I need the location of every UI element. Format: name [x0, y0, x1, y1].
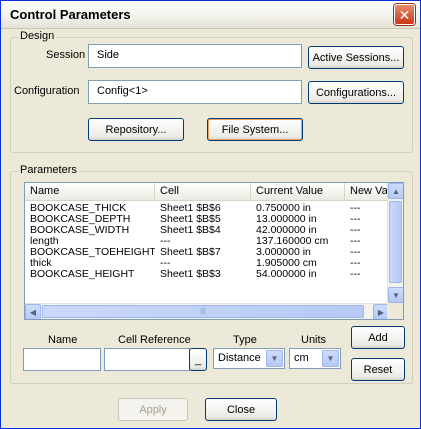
- configurations-button[interactable]: Configurations...: [308, 81, 404, 104]
- row-new-value: ---: [350, 214, 361, 225]
- grip-icon: |||: [200, 308, 206, 315]
- row-new-value: ---: [350, 247, 361, 258]
- row-new-value: ---: [350, 203, 361, 214]
- row-new-value: ---: [350, 225, 361, 236]
- close-button[interactable]: Close: [205, 398, 277, 421]
- type-dropdown[interactable]: Distance ▼: [213, 348, 285, 369]
- column-header-cell[interactable]: Cell: [155, 183, 251, 201]
- close-icon[interactable]: ✕: [394, 4, 415, 25]
- scroll-down-icon[interactable]: ▼: [388, 287, 403, 303]
- row-current-value: 3.000000 in: [256, 247, 311, 258]
- row-current-value: 42.000000 in: [256, 225, 317, 236]
- table-row[interactable]: BOOKCASE_HEIGHT Sheet1 $B$3 54.000000 in…: [25, 269, 389, 280]
- row-cell: Sheet1 $B$3: [160, 269, 221, 280]
- table-row[interactable]: BOOKCASE_DEPTH Sheet1 $B$5 13.000000 in …: [25, 214, 389, 225]
- name-column-label: Name: [48, 334, 78, 346]
- type-label: Type: [233, 334, 257, 346]
- row-current-value: 54.000000 in: [256, 269, 317, 280]
- cell-reference-label: Cell Reference: [118, 334, 191, 346]
- units-dropdown[interactable]: cm ▼: [289, 348, 341, 369]
- table-row[interactable]: length --- 137.160000 cm ---: [25, 236, 389, 247]
- row-name: thick: [30, 258, 52, 269]
- cell-reference-input[interactable]: [104, 348, 190, 371]
- title-bar[interactable]: Control Parameters ✕: [1, 1, 420, 29]
- row-current-value: 137.160000 cm: [256, 236, 329, 247]
- table-row[interactable]: BOOKCASE_TOEHEIGHT Sheet1 $B$7 3.000000 …: [25, 247, 389, 258]
- row-current-value: 0.750000 in: [256, 203, 311, 214]
- row-name: BOOKCASE_TOEHEIGHT: [30, 247, 155, 258]
- column-header-current-value[interactable]: Current Value: [251, 183, 345, 201]
- design-group-label: Design: [18, 30, 57, 42]
- scrollbar-corner: [387, 303, 403, 319]
- row-cell: Sheet1 $B$6: [160, 203, 221, 214]
- chevron-down-icon[interactable]: ▼: [322, 350, 339, 367]
- chevron-down-icon[interactable]: ▼: [266, 350, 283, 367]
- cell-reference-browse-button[interactable]: _: [189, 348, 207, 371]
- table-row[interactable]: BOOKCASE_WIDTH Sheet1 $B$4 42.000000 in …: [25, 225, 389, 236]
- vertical-scroll-thumb[interactable]: [389, 201, 402, 283]
- control-parameters-dialog: Control Parameters ✕ Design Session Side…: [0, 0, 421, 429]
- row-cell: Sheet1 $B$4: [160, 225, 221, 236]
- session-label: Session: [46, 49, 86, 61]
- file-system-button[interactable]: File System...: [207, 118, 303, 141]
- active-sessions-button[interactable]: Active Sessions...: [308, 46, 404, 69]
- parameters-list[interactable]: Name Cell Current Value New Va BOOKCASE_…: [24, 182, 404, 320]
- column-header-name[interactable]: Name: [25, 183, 155, 201]
- column-header-new-value[interactable]: New Va: [345, 183, 389, 201]
- row-current-value: 1.905000 cm: [256, 258, 317, 269]
- table-row[interactable]: thick --- 1.905000 cm ---: [25, 258, 389, 269]
- row-name: length: [30, 236, 59, 247]
- configuration-label: Configuration: [14, 85, 80, 97]
- row-cell: Sheet1 $B$7: [160, 247, 221, 258]
- horizontal-scroll-thumb[interactable]: |||: [42, 305, 364, 318]
- list-rows: BOOKCASE_THICK Sheet1 $B$6 0.750000 in -…: [25, 203, 389, 280]
- type-selected: Distance: [218, 352, 261, 364]
- row-new-value: ---: [350, 269, 361, 280]
- horizontal-scrollbar[interactable]: ◀ ||| ▶: [25, 303, 389, 319]
- name-input[interactable]: [23, 348, 101, 371]
- row-cell: Sheet1 $B$5: [160, 214, 221, 225]
- add-button[interactable]: Add: [351, 326, 405, 349]
- session-field[interactable]: Side: [88, 44, 302, 68]
- configuration-field[interactable]: Config<1>: [88, 80, 302, 104]
- table-row[interactable]: BOOKCASE_THICK Sheet1 $B$6 0.750000 in -…: [25, 203, 389, 214]
- row-name: BOOKCASE_THICK: [30, 203, 127, 214]
- repository-button[interactable]: Repository...: [88, 118, 184, 141]
- row-new-value: ---: [350, 236, 361, 247]
- row-name: BOOKCASE_WIDTH: [30, 225, 130, 236]
- row-name: BOOKCASE_HEIGHT: [30, 269, 135, 280]
- reset-button[interactable]: Reset: [351, 358, 405, 381]
- apply-button[interactable]: Apply: [118, 398, 188, 421]
- row-current-value: 13.000000 in: [256, 214, 317, 225]
- row-cell: ---: [160, 258, 171, 269]
- row-new-value: ---: [350, 258, 361, 269]
- row-name: BOOKCASE_DEPTH: [30, 214, 131, 225]
- vertical-scrollbar[interactable]: ▲ ▼: [387, 183, 403, 303]
- units-selected: cm: [294, 352, 309, 364]
- window-title: Control Parameters: [10, 7, 131, 22]
- row-cell: ---: [160, 236, 171, 247]
- units-label: Units: [301, 334, 327, 346]
- scroll-left-icon[interactable]: ◀: [25, 304, 41, 319]
- list-header: Name Cell Current Value New Va: [25, 183, 389, 201]
- scroll-up-icon[interactable]: ▲: [388, 183, 403, 199]
- parameters-group-label: Parameters: [18, 164, 79, 176]
